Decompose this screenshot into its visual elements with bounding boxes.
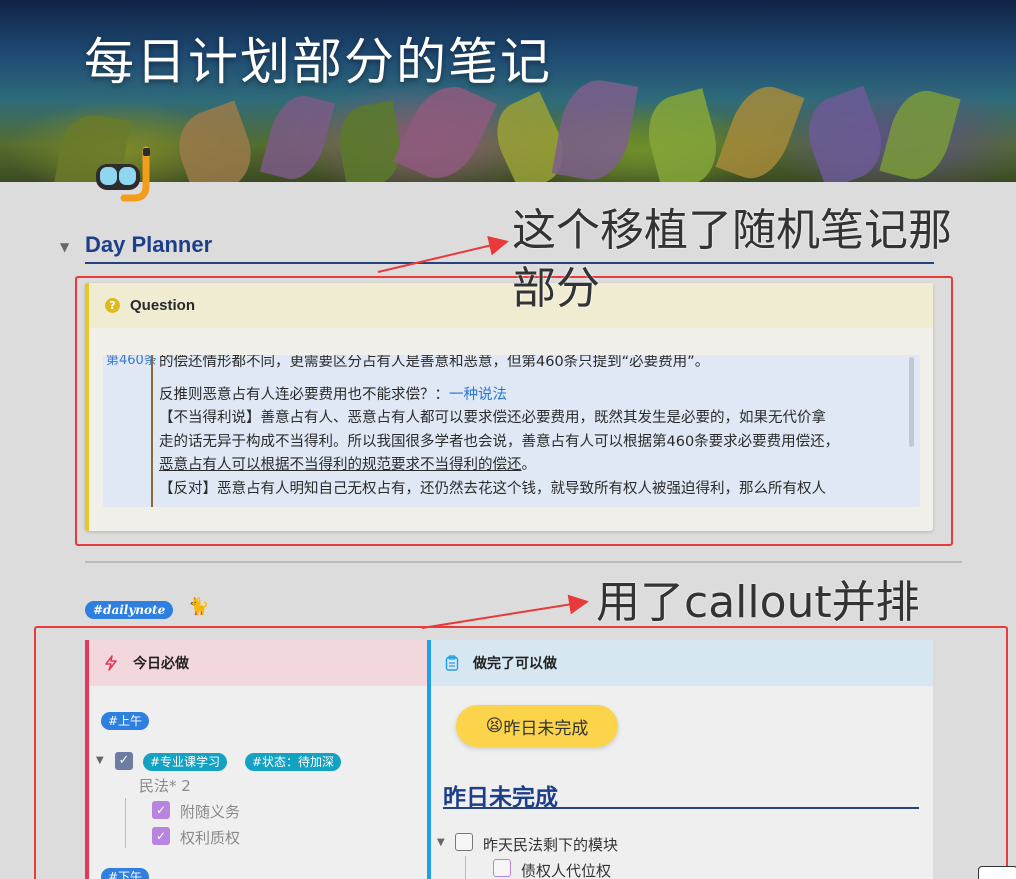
diving-mask-icon	[96, 146, 150, 202]
annotation-note-top: 这个移植了随机笔记那部分	[512, 205, 952, 314]
arrow-top	[377, 235, 509, 273]
collapse-caret-icon[interactable]: ▼	[60, 240, 69, 254]
page-title: 每日计划部分的笔记	[84, 33, 552, 91]
corner-widget[interactable]	[978, 866, 1016, 879]
annotation-note-bottom: 用了callout并排	[596, 577, 920, 628]
annotation-box-bottom	[34, 626, 1008, 879]
section-heading: Day Planner	[85, 232, 213, 257]
divider	[85, 561, 962, 563]
dailynote-tag[interactable]: #dailynote	[85, 601, 174, 619]
cat-icon: 🐈	[188, 597, 210, 617]
arrow-bottom	[421, 594, 589, 629]
